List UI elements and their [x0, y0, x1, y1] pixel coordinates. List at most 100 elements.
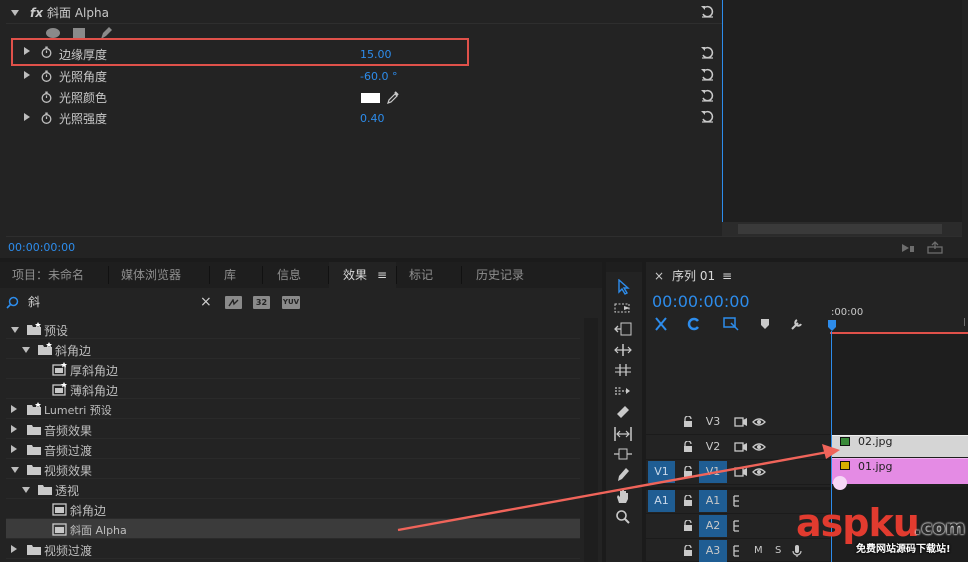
eye-icon[interactable] — [752, 416, 766, 428]
wrench-icon[interactable] — [790, 317, 804, 331]
hand-tool-icon[interactable] — [615, 488, 631, 504]
lock-icon[interactable] — [683, 520, 693, 532]
track-name[interactable]: A1 — [699, 490, 727, 512]
sync-lock-icon[interactable] — [734, 416, 748, 428]
solo-button[interactable]: S — [775, 544, 781, 558]
expand-toggle[interactable] — [11, 405, 17, 413]
play-audio-icon[interactable] — [900, 242, 916, 254]
tree-row[interactable]: 斜角边 — [6, 339, 580, 359]
track-name[interactable]: V1 — [699, 461, 727, 483]
ripple-edit-tool-icon[interactable] — [614, 322, 632, 336]
playhead-handle[interactable] — [828, 320, 836, 331]
selection-tool-icon[interactable] — [616, 279, 630, 295]
expand-toggle[interactable] — [11, 545, 17, 553]
timeline-timecode[interactable]: 00:00:00:00 — [652, 293, 750, 311]
tree-row[interactable]: 视频效果 — [6, 459, 580, 479]
clip-01[interactable] — [831, 458, 968, 484]
stopwatch-icon[interactable] — [41, 112, 52, 124]
zoom-tool-icon[interactable] — [615, 509, 631, 525]
eye-icon[interactable] — [752, 466, 766, 478]
reset-icon[interactable] — [700, 110, 714, 123]
tree-scrollbar[interactable] — [584, 318, 598, 562]
rolling-edit-tool-icon[interactable] — [614, 343, 632, 357]
tree-row[interactable]: 音频过渡 — [6, 439, 580, 459]
scrollbar-thumb[interactable] — [738, 224, 942, 234]
snap-icon[interactable] — [654, 317, 668, 331]
eyedropper-icon[interactable] — [386, 91, 399, 104]
tree-row-selected[interactable]: 斜面 Alpha — [6, 519, 580, 539]
yuv-filter[interactable]: YUV — [282, 296, 300, 309]
lock-icon[interactable] — [683, 495, 693, 507]
source-patch-a1[interactable]: A1 — [648, 490, 675, 512]
tab-project[interactable]: 项目：未命名 — [12, 262, 84, 288]
slip-tool-icon[interactable] — [613, 426, 633, 442]
track-name[interactable]: V3 — [699, 411, 727, 433]
tab-info[interactable]: 信息 — [277, 262, 301, 288]
reset-icon[interactable] — [700, 89, 714, 102]
tree-row[interactable]: 音频效果 — [6, 419, 580, 439]
effect-timecode[interactable]: 00:00:00:00 — [8, 241, 75, 255]
property-value-light-intensity[interactable]: 0.40 — [360, 112, 385, 126]
track-name[interactable]: A2 — [699, 515, 727, 537]
razor-tool-icon[interactable] — [615, 404, 631, 420]
track-name[interactable]: V2 — [699, 436, 727, 458]
collapse-toggle[interactable] — [22, 487, 30, 493]
add-marker-settings-icon[interactable] — [723, 317, 739, 331]
sync-lock-icon[interactable] — [733, 545, 743, 557]
sync-lock-icon[interactable] — [733, 495, 743, 507]
sync-lock-icon[interactable] — [733, 520, 743, 532]
close-sequence-button[interactable]: × — [654, 269, 664, 283]
tree-row[interactable]: 视频过渡 — [6, 539, 580, 559]
reset-icon[interactable] — [700, 5, 714, 18]
add-marker-icon[interactable] — [759, 318, 771, 330]
clip-02[interactable] — [831, 435, 968, 457]
lock-icon[interactable] — [683, 416, 693, 428]
sync-lock-icon[interactable] — [734, 441, 748, 453]
tree-row[interactable]: 斜角边 — [6, 499, 580, 519]
track-select-backward-icon[interactable] — [614, 384, 632, 398]
tab-effects[interactable]: 效果 — [343, 262, 367, 288]
search-clear-button[interactable]: × — [200, 295, 212, 309]
tab-history[interactable]: 历史记录 — [476, 262, 524, 288]
lock-icon[interactable] — [683, 466, 693, 478]
rate-stretch-tool-icon[interactable] — [614, 363, 632, 377]
collapse-effect-toggle[interactable] — [11, 10, 19, 16]
tab-library[interactable]: 库 — [224, 262, 236, 288]
collapse-toggle[interactable] — [11, 467, 19, 473]
expand-toggle[interactable] — [11, 425, 17, 433]
tree-row[interactable]: 厚斜角边 — [6, 359, 580, 379]
mute-button[interactable]: M — [754, 544, 763, 558]
track-select-tool-icon[interactable] — [614, 301, 632, 315]
collapse-toggle[interactable] — [11, 327, 19, 333]
source-patch-v1[interactable]: V1 — [648, 461, 675, 483]
tab-markers[interactable]: 标记 — [409, 262, 433, 288]
tree-row[interactable]: Lumetri 预设 — [6, 399, 580, 419]
sequence-menu-icon[interactable]: ≡ — [722, 269, 732, 283]
sync-lock-icon[interactable] — [734, 466, 748, 478]
export-icon[interactable] — [927, 241, 943, 254]
stopwatch-icon[interactable] — [41, 70, 52, 82]
slide-tool-icon[interactable] — [613, 446, 633, 462]
expand-light-angle[interactable] — [24, 71, 30, 79]
lock-icon[interactable] — [683, 545, 693, 557]
search-input[interactable]: 斜 — [28, 295, 40, 309]
expand-toggle[interactable] — [11, 445, 17, 453]
tab-media-browser[interactable]: 媒体浏览器 — [121, 262, 181, 288]
32bit-filter[interactable]: 32 — [253, 296, 270, 309]
tree-row[interactable]: 薄斜角边 — [6, 379, 580, 399]
sequence-tab[interactable]: 序列 01 — [672, 269, 715, 283]
stopwatch-icon[interactable] — [41, 91, 52, 103]
eye-icon[interactable] — [752, 441, 766, 453]
pen-tool-icon[interactable] — [615, 466, 631, 482]
track-name[interactable]: A3 — [699, 540, 727, 562]
property-value-light-angle[interactable]: -60.0 ° — [360, 70, 397, 84]
reset-icon[interactable] — [700, 46, 714, 59]
fx-icon[interactable]: fx — [30, 6, 43, 20]
lock-icon[interactable] — [683, 441, 693, 453]
tab-menu-icon[interactable]: ≡ — [377, 262, 387, 288]
reset-icon[interactable] — [700, 68, 714, 81]
collapse-toggle[interactable] — [22, 347, 30, 353]
tree-row[interactable]: 透视 — [6, 479, 580, 499]
light-color-swatch[interactable] — [361, 93, 380, 103]
expand-light-intensity[interactable] — [24, 113, 30, 121]
